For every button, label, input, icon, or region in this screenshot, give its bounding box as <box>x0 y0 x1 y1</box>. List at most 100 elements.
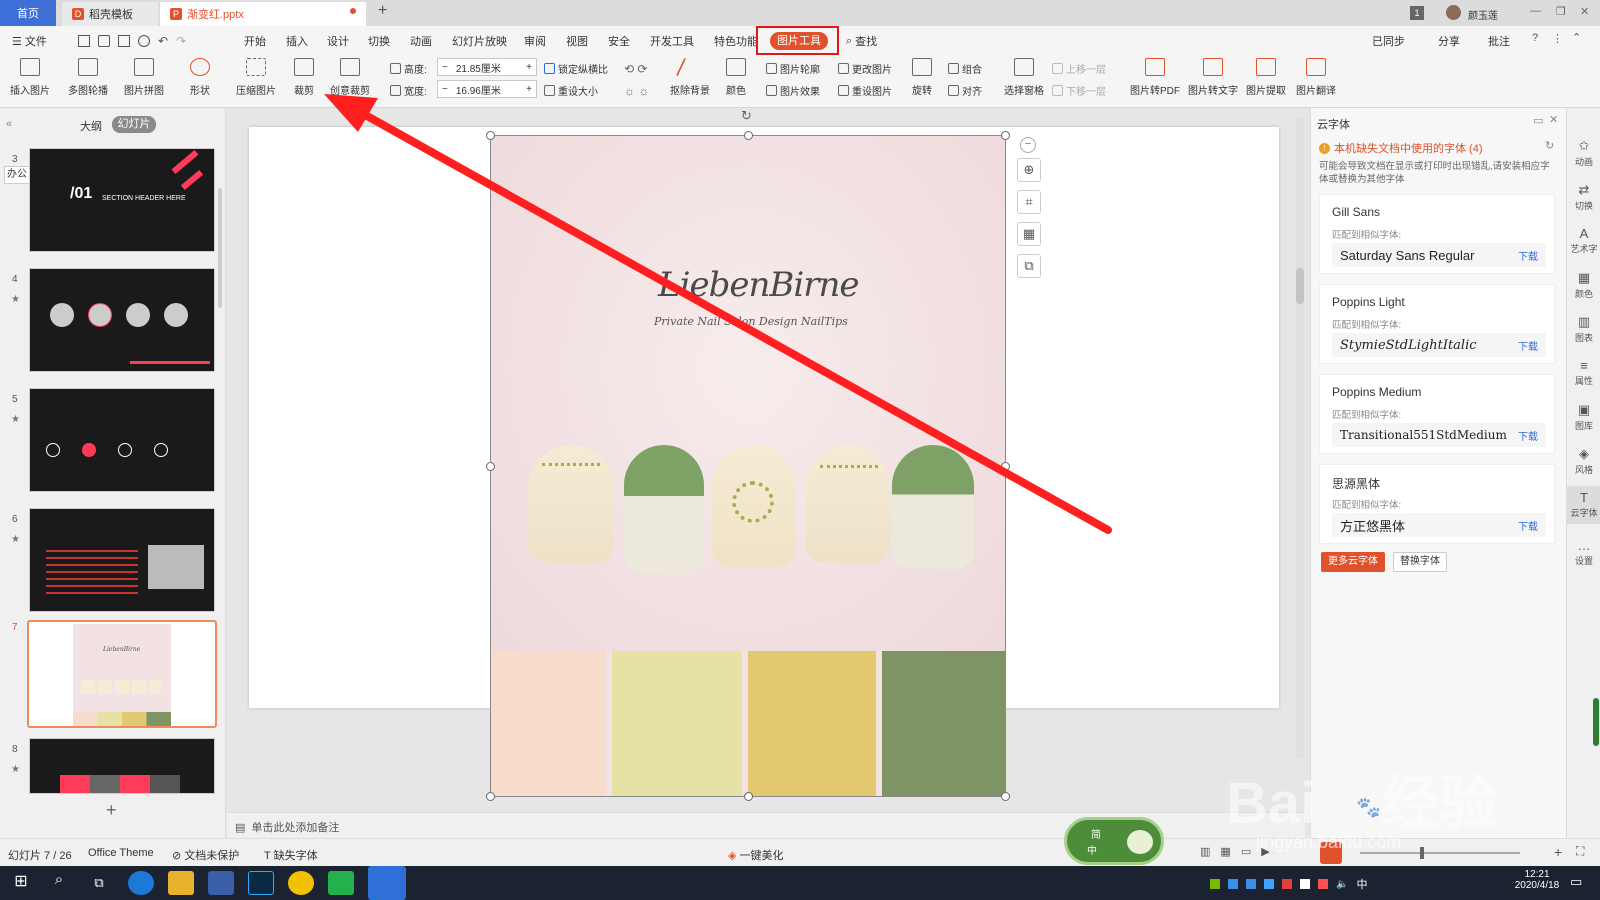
download-link[interactable]: 下载 <box>1518 338 1538 353</box>
beautify-button[interactable]: ◈ 一键美化 <box>728 847 784 863</box>
wordart-icon: A <box>1579 226 1589 241</box>
replace-font-button[interactable]: 替换字体 <box>1393 552 1447 572</box>
sidebar-chart[interactable]: ▥ 图表 <box>1567 314 1600 344</box>
color-grid-icon: ▦ <box>1577 270 1591 285</box>
clock[interactable]: 12:21 2020/4/18 <box>1512 869 1562 891</box>
task-view-icon[interactable]: ⧉ <box>86 871 112 895</box>
windows-start-icon[interactable]: ⊞ <box>8 871 34 895</box>
notes-placeholder[interactable]: ▤ 单击此处添加备注 <box>235 819 339 835</box>
pane-title: 云字体 <box>1317 119 1350 131</box>
protection-label: 文档未保护 <box>184 850 240 862</box>
ime-mascot-icon <box>1127 830 1153 854</box>
sidebar-label: 动画 <box>1574 157 1593 167</box>
sidebar-color[interactable]: ▦ 颜色 <box>1567 270 1600 300</box>
settings-dots-icon: … <box>1577 538 1591 553</box>
missing-font-warning: ! 本机缺失文档中使用的字体 (4) <box>1319 140 1483 156</box>
refresh-icon[interactable]: ↻ <box>1545 139 1554 152</box>
matched-font-name: StymieStdLightItalic <box>1340 337 1477 353</box>
match-label: 匹配到相似字体: <box>1332 230 1402 241</box>
matched-font-name: Transitional551StdMedium <box>1340 428 1507 442</box>
matched-font[interactable]: Saturday Sans Regular 下载 <box>1332 243 1546 267</box>
reading-view-icon[interactable]: ▭ <box>1241 845 1251 858</box>
sidebar-cloud-font[interactable]: T 云字体 <box>1567 486 1600 524</box>
tray-icon[interactable] <box>1228 879 1238 889</box>
sidebar-label: 图表 <box>1574 333 1593 343</box>
right-sidebar: ✩ 动画 ⇄ 切换 A 艺术字 ▦ 颜色 ▥ 图表 ≡ 属性 ▣ 图库 ◈ 风格 T 云字体 … 设… <box>1566 108 1600 850</box>
sidebar-style[interactable]: ◈ 风格 <box>1567 446 1600 476</box>
file-explorer-icon[interactable] <box>168 871 194 895</box>
watermark-brand: Bai 🐾经验 <box>1226 756 1497 840</box>
theme-name: Office Theme <box>88 847 154 859</box>
notes-icon: ▤ <box>235 821 246 834</box>
sidebar-label: 设置 <box>1574 556 1593 566</box>
tray-icon[interactable] <box>1318 879 1328 889</box>
app-circle-icon[interactable] <box>288 871 314 895</box>
watermark-url: jingyan.baidu.com <box>1256 832 1402 852</box>
normal-view-icon[interactable]: ▥ <box>1200 845 1210 858</box>
ime-language: 中 <box>1087 846 1097 857</box>
cloud-font-pane: 云字体 ▭ ✕ ! 本机缺失文档中使用的字体 (4) ↻ 可能会导致文档在显示或打… <box>1310 108 1566 850</box>
font-icon: T <box>264 850 274 862</box>
app-icon[interactable] <box>208 871 234 895</box>
sidebar-label: 艺术字 <box>1570 244 1598 254</box>
match-label: 匹配到相似字体: <box>1332 320 1402 331</box>
tray-icon[interactable] <box>1210 879 1220 889</box>
tray-icon[interactable] <box>1300 879 1310 889</box>
sidebar-settings[interactable]: … 设置 <box>1567 538 1600 567</box>
more-fonts-button[interactable]: 更多云字体 <box>1321 552 1385 572</box>
tray-icon[interactable] <box>1282 879 1292 889</box>
zoom-in-icon[interactable]: + <box>1554 844 1562 860</box>
slide-position: 幻灯片 7 / 26 <box>8 850 72 862</box>
tray-icon[interactable] <box>1264 879 1274 889</box>
system-tray: 🔈 中 <box>1210 876 1367 892</box>
font-icon: T <box>1580 490 1588 505</box>
notes-placeholder-text: 单击此处添加备注 <box>251 822 340 834</box>
browser-icon[interactable] <box>128 871 154 895</box>
sidebar-animation[interactable]: ✩ 动画 <box>1567 138 1600 168</box>
fit-window-icon[interactable]: ⛶ <box>1576 844 1584 859</box>
sidebar-label: 属性 <box>1574 376 1593 386</box>
missing-font-name: Poppins Light <box>1332 295 1405 309</box>
search-icon[interactable]: ⌕ <box>46 871 72 895</box>
match-label: 匹配到相似字体: <box>1332 410 1402 421</box>
windows-taskbar: ⊞ ⌕ ⧉ 🔈 中 12:21 2020/4/18 ▭ <box>0 866 1600 900</box>
matched-font[interactable]: Transitional551StdMedium 下载 <box>1332 423 1546 447</box>
warning-description: 可能会导致文档在显示或打印时出现错乱,请安装相应字体或替换为其他字体 <box>1319 161 1550 185</box>
tray-icon[interactable] <box>1246 879 1256 889</box>
wps-taskbar-icon[interactable] <box>368 866 406 900</box>
pane-close-icon[interactable]: ✕ <box>1549 113 1558 126</box>
pane-pin-icon[interactable]: ▭ <box>1533 114 1543 127</box>
missing-font-name: 思源黑体 <box>1332 477 1381 491</box>
sidebar-wordart[interactable]: A 艺术字 <box>1567 226 1600 255</box>
download-link[interactable]: 下载 <box>1518 248 1538 263</box>
matched-font-name: Saturday Sans Regular <box>1340 247 1475 263</box>
missing-font-status[interactable]: T 缺失字体 <box>264 847 318 863</box>
sidebar-properties[interactable]: ≡ 属性 <box>1567 358 1600 387</box>
ime-floating-widget[interactable]: 简 中 <box>1064 817 1164 865</box>
sorter-view-icon[interactable]: ▦ <box>1220 845 1230 858</box>
sidebar-transition[interactable]: ⇄ 切换 <box>1567 182 1600 212</box>
download-link[interactable]: 下载 <box>1518 518 1538 533</box>
tray-ime[interactable]: 中 <box>1356 876 1367 892</box>
match-label: 匹配到相似字体: <box>1332 500 1402 511</box>
sidebar-label: 风格 <box>1574 465 1593 475</box>
font-card: Gill Sans 匹配到相似字体: Saturday Sans Regular… <box>1319 194 1555 274</box>
clock-date: 2020/4/18 <box>1514 880 1560 891</box>
missing-font-name: Poppins Medium <box>1332 385 1422 399</box>
sidebar-gallery[interactable]: ▣ 图库 <box>1567 402 1600 432</box>
matched-font[interactable]: StymieStdLightItalic 下载 <box>1332 333 1546 357</box>
photoshop-icon[interactable] <box>248 871 274 895</box>
beautify-icon: ◈ <box>728 850 740 862</box>
volume-icon[interactable]: 🔈 <box>1336 879 1348 890</box>
media-icon[interactable] <box>328 871 354 895</box>
warning-text: 本机缺失文档中使用的字体 (4) <box>1334 143 1483 155</box>
side-green-tab[interactable] <box>1593 698 1599 746</box>
watermark-brand-text-2: 经验 <box>1381 771 1498 836</box>
matched-font[interactable]: 方正悠黑体 下载 <box>1332 513 1546 537</box>
watermark-brand-text: Bai <box>1226 771 1317 836</box>
zoom-slider-thumb[interactable] <box>1420 847 1424 859</box>
ime-mode: 简 <box>1091 830 1101 841</box>
protection-status[interactable]: ⊘ 文档未保护 <box>172 847 239 863</box>
notification-center-icon[interactable]: ▭ <box>1570 874 1582 890</box>
download-link[interactable]: 下载 <box>1518 428 1538 443</box>
